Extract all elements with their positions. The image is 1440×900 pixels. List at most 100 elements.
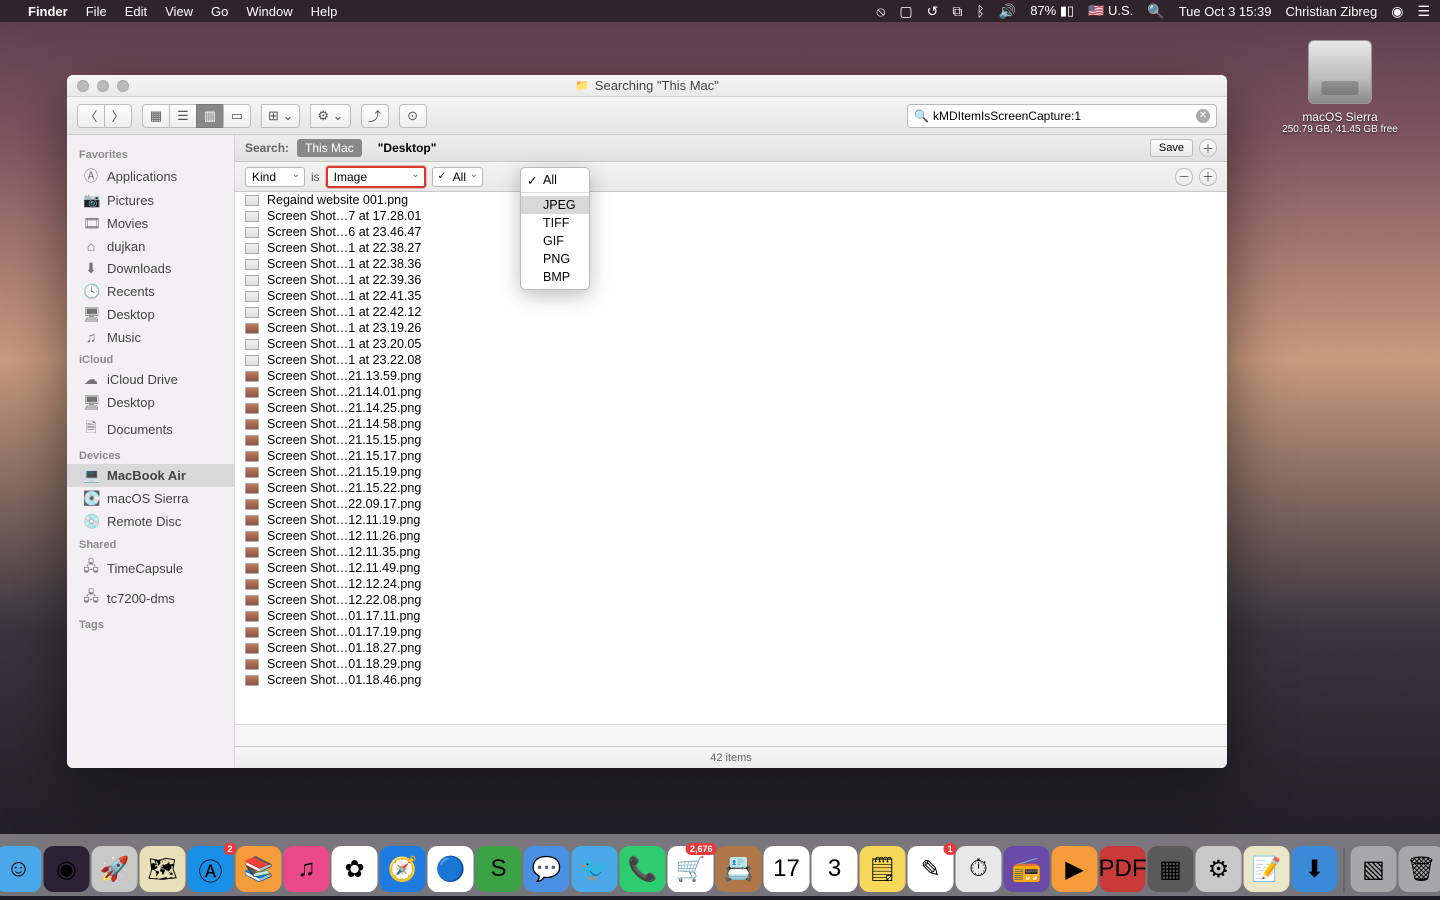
airplay-icon[interactable]: ▢ [899, 3, 912, 20]
popup-item-png[interactable]: PNG [521, 250, 589, 268]
minimize-button[interactable] [97, 80, 109, 92]
dock-app[interactable]: ▧ [1351, 846, 1397, 892]
zoom-button[interactable] [117, 80, 129, 92]
dock-app[interactable]: S [476, 846, 522, 892]
dock-app[interactable]: 🗒 [860, 846, 906, 892]
siri-icon[interactable]: ◉ [1391, 3, 1403, 20]
menu-edit[interactable]: Edit [125, 4, 147, 19]
dock-app[interactable]: 📻 [1004, 846, 1050, 892]
dock-app[interactable]: ◉ [44, 846, 90, 892]
file-row[interactable]: Screen Shot…21.14.58.png [235, 416, 1227, 432]
dock-app[interactable]: 🧭 [380, 846, 426, 892]
action-button[interactable]: ⚙ ⌄ [310, 104, 350, 128]
file-row[interactable]: Screen Shot…1 at 23.19.26 [235, 320, 1227, 336]
view-list-button[interactable]: ☰ [169, 104, 197, 128]
file-row[interactable]: Screen Shot…12.11.26.png [235, 528, 1227, 544]
file-row[interactable]: Screen Shot…6 at 23.46.47 [235, 224, 1227, 240]
input-source[interactable]: 🇺🇸 U.S. [1088, 3, 1133, 19]
timemachine-icon[interactable]: ↺ [927, 3, 939, 20]
view-gallery-button[interactable]: ▭ [223, 104, 251, 128]
criteria-attribute[interactable]: Kind [245, 167, 305, 187]
file-row[interactable]: Screen Shot…1 at 22.41.35 [235, 288, 1227, 304]
file-row[interactable]: Screen Shot…21.15.22.png [235, 480, 1227, 496]
clock[interactable]: Tue Oct 3 15:39 [1179, 4, 1272, 19]
sidebar-favorite-0[interactable]: ⒶApplications [67, 163, 234, 189]
file-row[interactable]: Screen Shot…21.14.01.png [235, 384, 1227, 400]
dock-app[interactable]: 💬 [524, 846, 570, 892]
search-field[interactable]: 🔍 ✕ [907, 104, 1217, 128]
dock-app[interactable]: 🚀 [92, 846, 138, 892]
sidebar-device-1[interactable]: 💽macOS Sierra [67, 487, 234, 510]
criteria-subtype[interactable]: All [432, 167, 483, 187]
file-row[interactable]: Screen Shot…01.17.19.png [235, 624, 1227, 640]
back-button[interactable]: 〈 [77, 104, 105, 128]
titlebar[interactable]: 📁 Searching "This Mac" [67, 75, 1227, 97]
dock-app[interactable]: 17 [764, 846, 810, 892]
sidebar-favorite-6[interactable]: 🖥Desktop [67, 303, 234, 326]
tags-button[interactable]: ⊙ [399, 104, 427, 128]
share-button[interactable]: ⤴ [361, 104, 389, 128]
notification-center-icon[interactable]: ☰ [1417, 3, 1430, 20]
popup-item-gif[interactable]: GIF [521, 232, 589, 250]
popup-item-all[interactable]: All [521, 171, 589, 189]
file-row[interactable]: Screen Shot…12.11.35.png [235, 544, 1227, 560]
dock-app[interactable]: 3 [812, 846, 858, 892]
dock-app[interactable]: ⚙ [1196, 846, 1242, 892]
image-type-popup[interactable]: All JPEG TIFF GIF PNG BMP [520, 167, 590, 290]
arrange-button[interactable]: ⊞ ⌄ [261, 104, 300, 128]
file-row[interactable]: Screen Shot…01.17.11.png [235, 608, 1227, 624]
file-row[interactable]: Screen Shot…7 at 17.28.01 [235, 208, 1227, 224]
sidebar-favorite-4[interactable]: ⬇Downloads [67, 257, 234, 280]
sidebar-favorite-5[interactable]: 🕓Recents [67, 280, 234, 303]
dock-app[interactable]: ▦ [1148, 846, 1194, 892]
sidebar-device-0[interactable]: 💻MacBook Air [67, 464, 234, 487]
file-row[interactable]: Screen Shot…21.13.59.png [235, 368, 1227, 384]
add-criteria-row-button[interactable]: ＋ [1199, 168, 1217, 186]
sidebar-icloud-1[interactable]: 🖥Desktop [67, 391, 234, 414]
dock-app[interactable]: 📚 [236, 846, 282, 892]
sidebar-favorite-2[interactable]: 🎞Movies [67, 212, 234, 235]
dock-app[interactable]: 🗺 [140, 846, 186, 892]
accessibility-icon[interactable]: ⦸ [876, 3, 885, 20]
file-row[interactable]: Screen Shot…1 at 22.38.36 [235, 256, 1227, 272]
dock-app[interactable]: ✎1 [908, 846, 954, 892]
desktop-volume[interactable]: macOS Sierra 250.79 GB, 41.45 GB free [1280, 40, 1400, 135]
file-row[interactable]: Screen Shot…21.15.19.png [235, 464, 1227, 480]
dock-app[interactable]: ⬇ [1292, 846, 1338, 892]
dock-app[interactable]: 🐦 [572, 846, 618, 892]
file-row[interactable]: Screen Shot…1 at 22.39.36 [235, 272, 1227, 288]
file-row[interactable]: Screen Shot…22.09.17.png [235, 496, 1227, 512]
volume-icon[interactable]: 🔊 [999, 3, 1016, 20]
sidebar-shared-1[interactable]: 🖧tc7200-dms [67, 583, 234, 613]
criteria-value[interactable]: Image [326, 166, 426, 188]
dock-app[interactable]: 🔵 [428, 846, 474, 892]
dock-app[interactable]: ♫ [284, 846, 330, 892]
scope-this-mac[interactable]: This Mac [297, 139, 362, 157]
scope-desktop[interactable]: "Desktop" [370, 139, 445, 157]
file-row[interactable]: Screen Shot…21.14.25.png [235, 400, 1227, 416]
popup-item-tiff[interactable]: TIFF [521, 214, 589, 232]
user-menu[interactable]: Christian Zibreg [1285, 4, 1377, 19]
search-input[interactable] [933, 109, 1196, 123]
clear-search-button[interactable]: ✕ [1196, 109, 1210, 123]
file-row[interactable]: Screen Shot…12.22.08.png [235, 592, 1227, 608]
menu-view[interactable]: View [165, 4, 193, 19]
file-row[interactable]: Screen Shot…01.18.29.png [235, 656, 1227, 672]
forward-button[interactable]: 〉 [104, 104, 132, 128]
file-list[interactable]: Regaind website 001.pngScreen Shot…7 at … [235, 192, 1227, 724]
dock-app[interactable]: ✿ [332, 846, 378, 892]
spotlight-icon[interactable]: 🔍 [1147, 3, 1164, 20]
dock-app[interactable]: 📞 [620, 846, 666, 892]
dock-app[interactable]: 📇 [716, 846, 762, 892]
menu-go[interactable]: Go [211, 4, 228, 19]
view-icon-button[interactable]: ▦ [142, 104, 170, 128]
dock-app[interactable]: ▶ [1052, 846, 1098, 892]
file-row[interactable]: Screen Shot…12.11.49.png [235, 560, 1227, 576]
dock-app[interactable]: 📝 [1244, 846, 1290, 892]
battery-status[interactable]: 87% ▮▯ [1030, 3, 1074, 19]
sidebar-shared-0[interactable]: 🖧TimeCapsule [67, 553, 234, 583]
file-row[interactable]: Screen Shot…12.12.24.png [235, 576, 1227, 592]
remove-criteria-button[interactable]: － [1175, 168, 1193, 186]
dock-app[interactable]: 🗑 [1399, 846, 1440, 892]
view-column-button[interactable]: ▥ [196, 104, 224, 128]
